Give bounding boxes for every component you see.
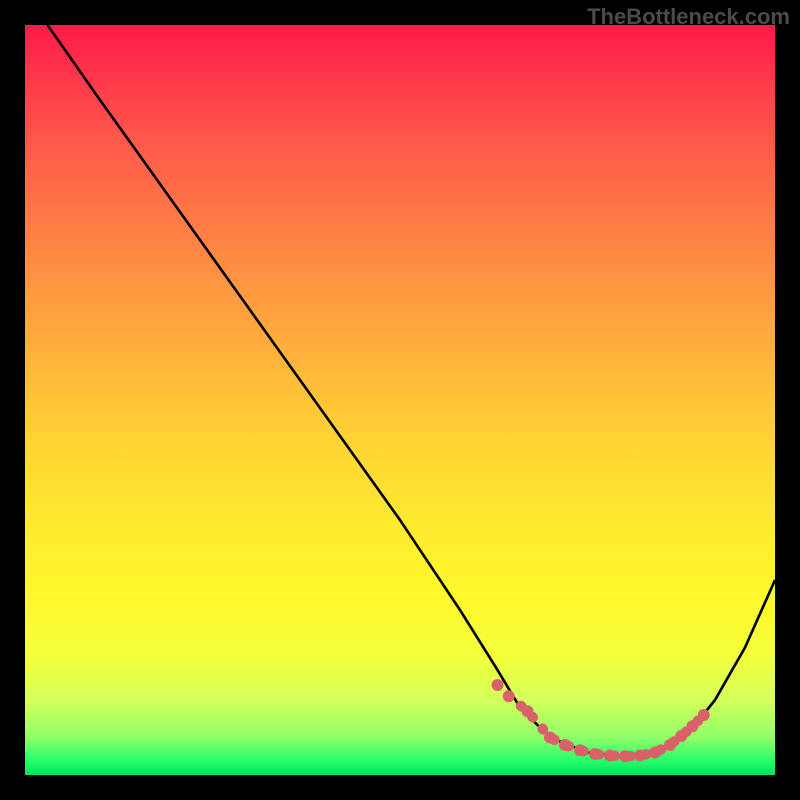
marker-dot bbox=[522, 705, 534, 717]
marker-dot bbox=[604, 750, 616, 762]
marker-dot bbox=[687, 720, 699, 732]
curve-line bbox=[48, 25, 776, 756]
marker-dot bbox=[619, 750, 631, 762]
marker-dot bbox=[589, 748, 601, 760]
marker-dot bbox=[492, 679, 504, 691]
marker-dot bbox=[664, 739, 676, 751]
marker-dot bbox=[649, 747, 661, 759]
marker-dot bbox=[634, 750, 646, 762]
watermark-text: TheBottleneck.com bbox=[587, 4, 790, 30]
chart-svg bbox=[25, 25, 775, 775]
marker-dot bbox=[503, 690, 515, 702]
marker-dot bbox=[574, 744, 586, 756]
marker-dot bbox=[698, 709, 710, 721]
marker-dot bbox=[544, 732, 556, 744]
marker-dot bbox=[675, 730, 687, 742]
marker-dot bbox=[559, 739, 571, 751]
plot-area bbox=[25, 25, 775, 775]
